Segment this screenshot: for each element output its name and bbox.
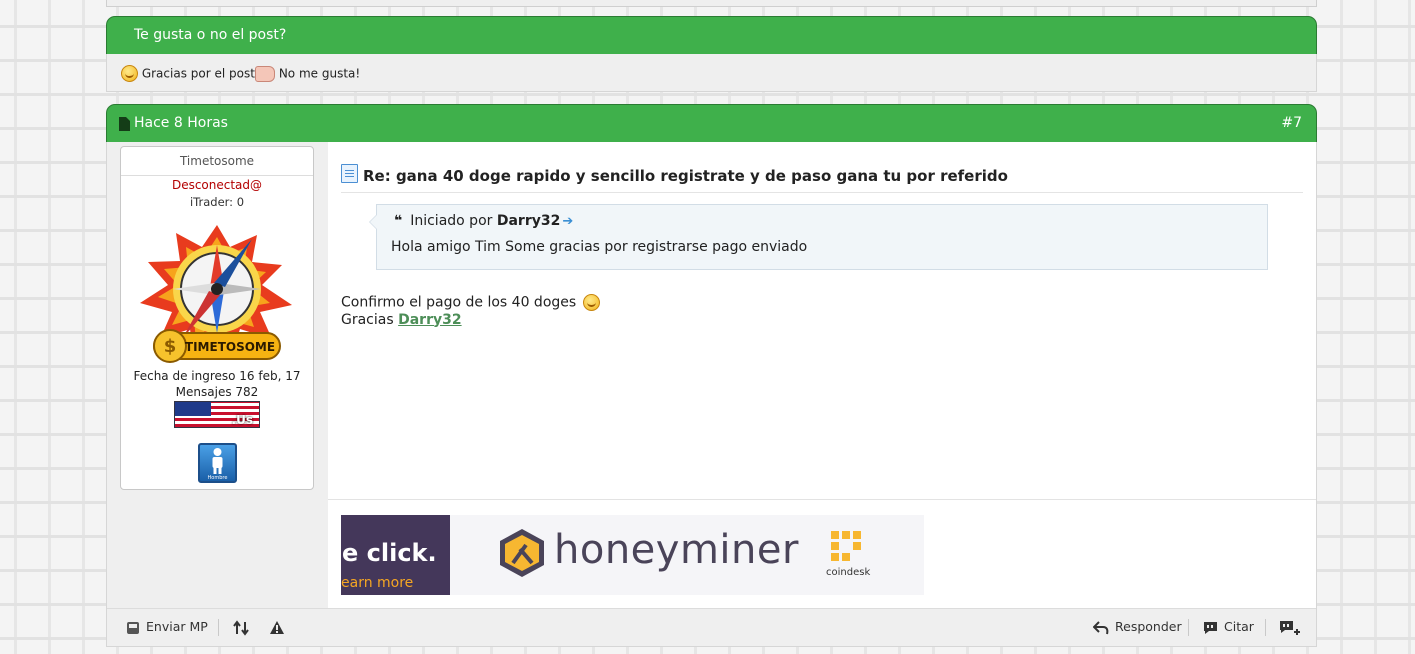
reply-arrow-icon bbox=[1093, 621, 1109, 635]
footer-divider bbox=[1188, 619, 1189, 636]
ad-partner: coindesk bbox=[826, 567, 871, 578]
quote-header: ❝ Iniciado por Darry32 ➔ bbox=[394, 213, 573, 229]
quote-label: Citar bbox=[1224, 619, 1254, 634]
reply-label: Responder bbox=[1115, 619, 1182, 634]
quote-author: Darry32 bbox=[496, 213, 561, 229]
multi-quote-add-icon bbox=[1280, 620, 1300, 635]
quote-button[interactable]: Citar bbox=[1203, 609, 1254, 646]
quote-icon: ❝ bbox=[394, 213, 403, 229]
advertisement-banner[interactable]: e click. earn more honeyminer coindesk bbox=[341, 515, 924, 595]
message-line-2: Gracias bbox=[341, 311, 394, 328]
like-label: Gracias por el post! bbox=[141, 66, 260, 81]
send-pm-label: Enviar MP bbox=[146, 619, 208, 634]
footer-divider bbox=[218, 619, 219, 636]
quote-prefix: Iniciado por bbox=[410, 213, 493, 229]
avatar-caption: TIMETOSOME bbox=[185, 340, 275, 354]
gender-label: Hombre bbox=[207, 475, 227, 481]
message-line-1: Confirmo el pago de los 40 doges bbox=[341, 294, 577, 311]
itrader-score[interactable]: iTrader: 0 bbox=[121, 195, 313, 209]
post-icon bbox=[341, 164, 358, 183]
like-bar-body: Gracias por el post! No me gusta! bbox=[106, 54, 1317, 92]
post-title-text: Re: gana 40 doge rapido y sencillo regis… bbox=[363, 167, 1008, 185]
dislike-button[interactable]: No me gusta! bbox=[255, 54, 360, 93]
avatar[interactable]: $ TIMETOSOME bbox=[132, 217, 302, 367]
country-flag-icon: .Us bbox=[174, 401, 260, 428]
like-bar-header: Te gusta o no el post? bbox=[106, 16, 1317, 55]
warning-icon bbox=[270, 621, 284, 634]
ad-brand: honeyminer bbox=[554, 527, 799, 573]
compass-explosion-avatar-icon: $ TIMETOSOME bbox=[140, 225, 292, 363]
view-post-arrow-icon[interactable]: ➔ bbox=[562, 214, 573, 229]
thumb-down-icon bbox=[255, 65, 275, 82]
quote-text: Hola amigo Tim Some gracias por registra… bbox=[391, 239, 808, 255]
footer-divider bbox=[1265, 619, 1266, 636]
quote-block: ❝ Iniciado por Darry32 ➔ Hola amigo Tim So… bbox=[369, 204, 1268, 270]
post-message: Confirmo el pago de los 40 doges Gracias… bbox=[341, 294, 600, 329]
report-button[interactable] bbox=[269, 609, 291, 646]
ad-left-text: e click. bbox=[342, 539, 437, 567]
smiley-icon bbox=[582, 294, 600, 311]
post-header: Hace 8 Horas #7 bbox=[106, 104, 1317, 143]
flag-label: .Us bbox=[231, 413, 253, 427]
dislike-label: No me gusta! bbox=[278, 66, 361, 81]
post-number-link[interactable]: #7 bbox=[1281, 105, 1302, 142]
swap-arrows-icon bbox=[233, 619, 249, 636]
user-mention-link[interactable]: Darry32 bbox=[398, 312, 462, 328]
divider bbox=[328, 499, 1316, 500]
user-column: Timetosome Desconectad@ iTrader: 0 $ TIM… bbox=[107, 142, 328, 608]
gender-male-icon: Hombre bbox=[197, 443, 237, 483]
previous-post-footer bbox=[106, 0, 1317, 7]
honeyminer-logo-icon bbox=[500, 529, 544, 577]
ad-left-subtext: earn more bbox=[341, 575, 414, 591]
post-footer: Enviar MP Responder Citar bbox=[107, 608, 1316, 646]
svg-text:$: $ bbox=[164, 336, 177, 357]
join-date: Fecha de ingreso 16 feb, 17 bbox=[133, 369, 301, 383]
post-time: Hace 8 Horas bbox=[134, 115, 228, 131]
like-button[interactable]: Gracias por el post! bbox=[121, 54, 260, 93]
ad-left-panel: e click. earn more bbox=[341, 515, 450, 595]
forum-thread: Te gusta o no el post? Gracias por el po… bbox=[106, 0, 1317, 654]
online-status: Desconectad@ bbox=[171, 178, 263, 192]
reply-button[interactable]: Responder bbox=[1093, 609, 1182, 646]
reputation-button[interactable] bbox=[233, 609, 255, 646]
smiley-icon bbox=[121, 65, 138, 82]
username-link[interactable]: Timetosome bbox=[121, 147, 313, 176]
quote-bubble-icon bbox=[1204, 621, 1217, 634]
user-card: Timetosome Desconectad@ iTrader: 0 $ TIM… bbox=[120, 146, 314, 490]
post: Timetosome Desconectad@ iTrader: 0 $ TIM… bbox=[106, 142, 1317, 647]
document-icon bbox=[119, 117, 130, 131]
send-pm-button[interactable]: Enviar MP bbox=[126, 609, 208, 646]
coindesk-logo-icon bbox=[831, 531, 861, 561]
like-bar-title: Te gusta o no el post? bbox=[134, 27, 287, 43]
inbox-icon bbox=[127, 621, 139, 634]
message-count: Mensajes 782 bbox=[175, 385, 259, 399]
post-title: Re: gana 40 doge rapido y sencillo regis… bbox=[341, 162, 1303, 193]
multi-quote-button[interactable] bbox=[1279, 609, 1307, 646]
